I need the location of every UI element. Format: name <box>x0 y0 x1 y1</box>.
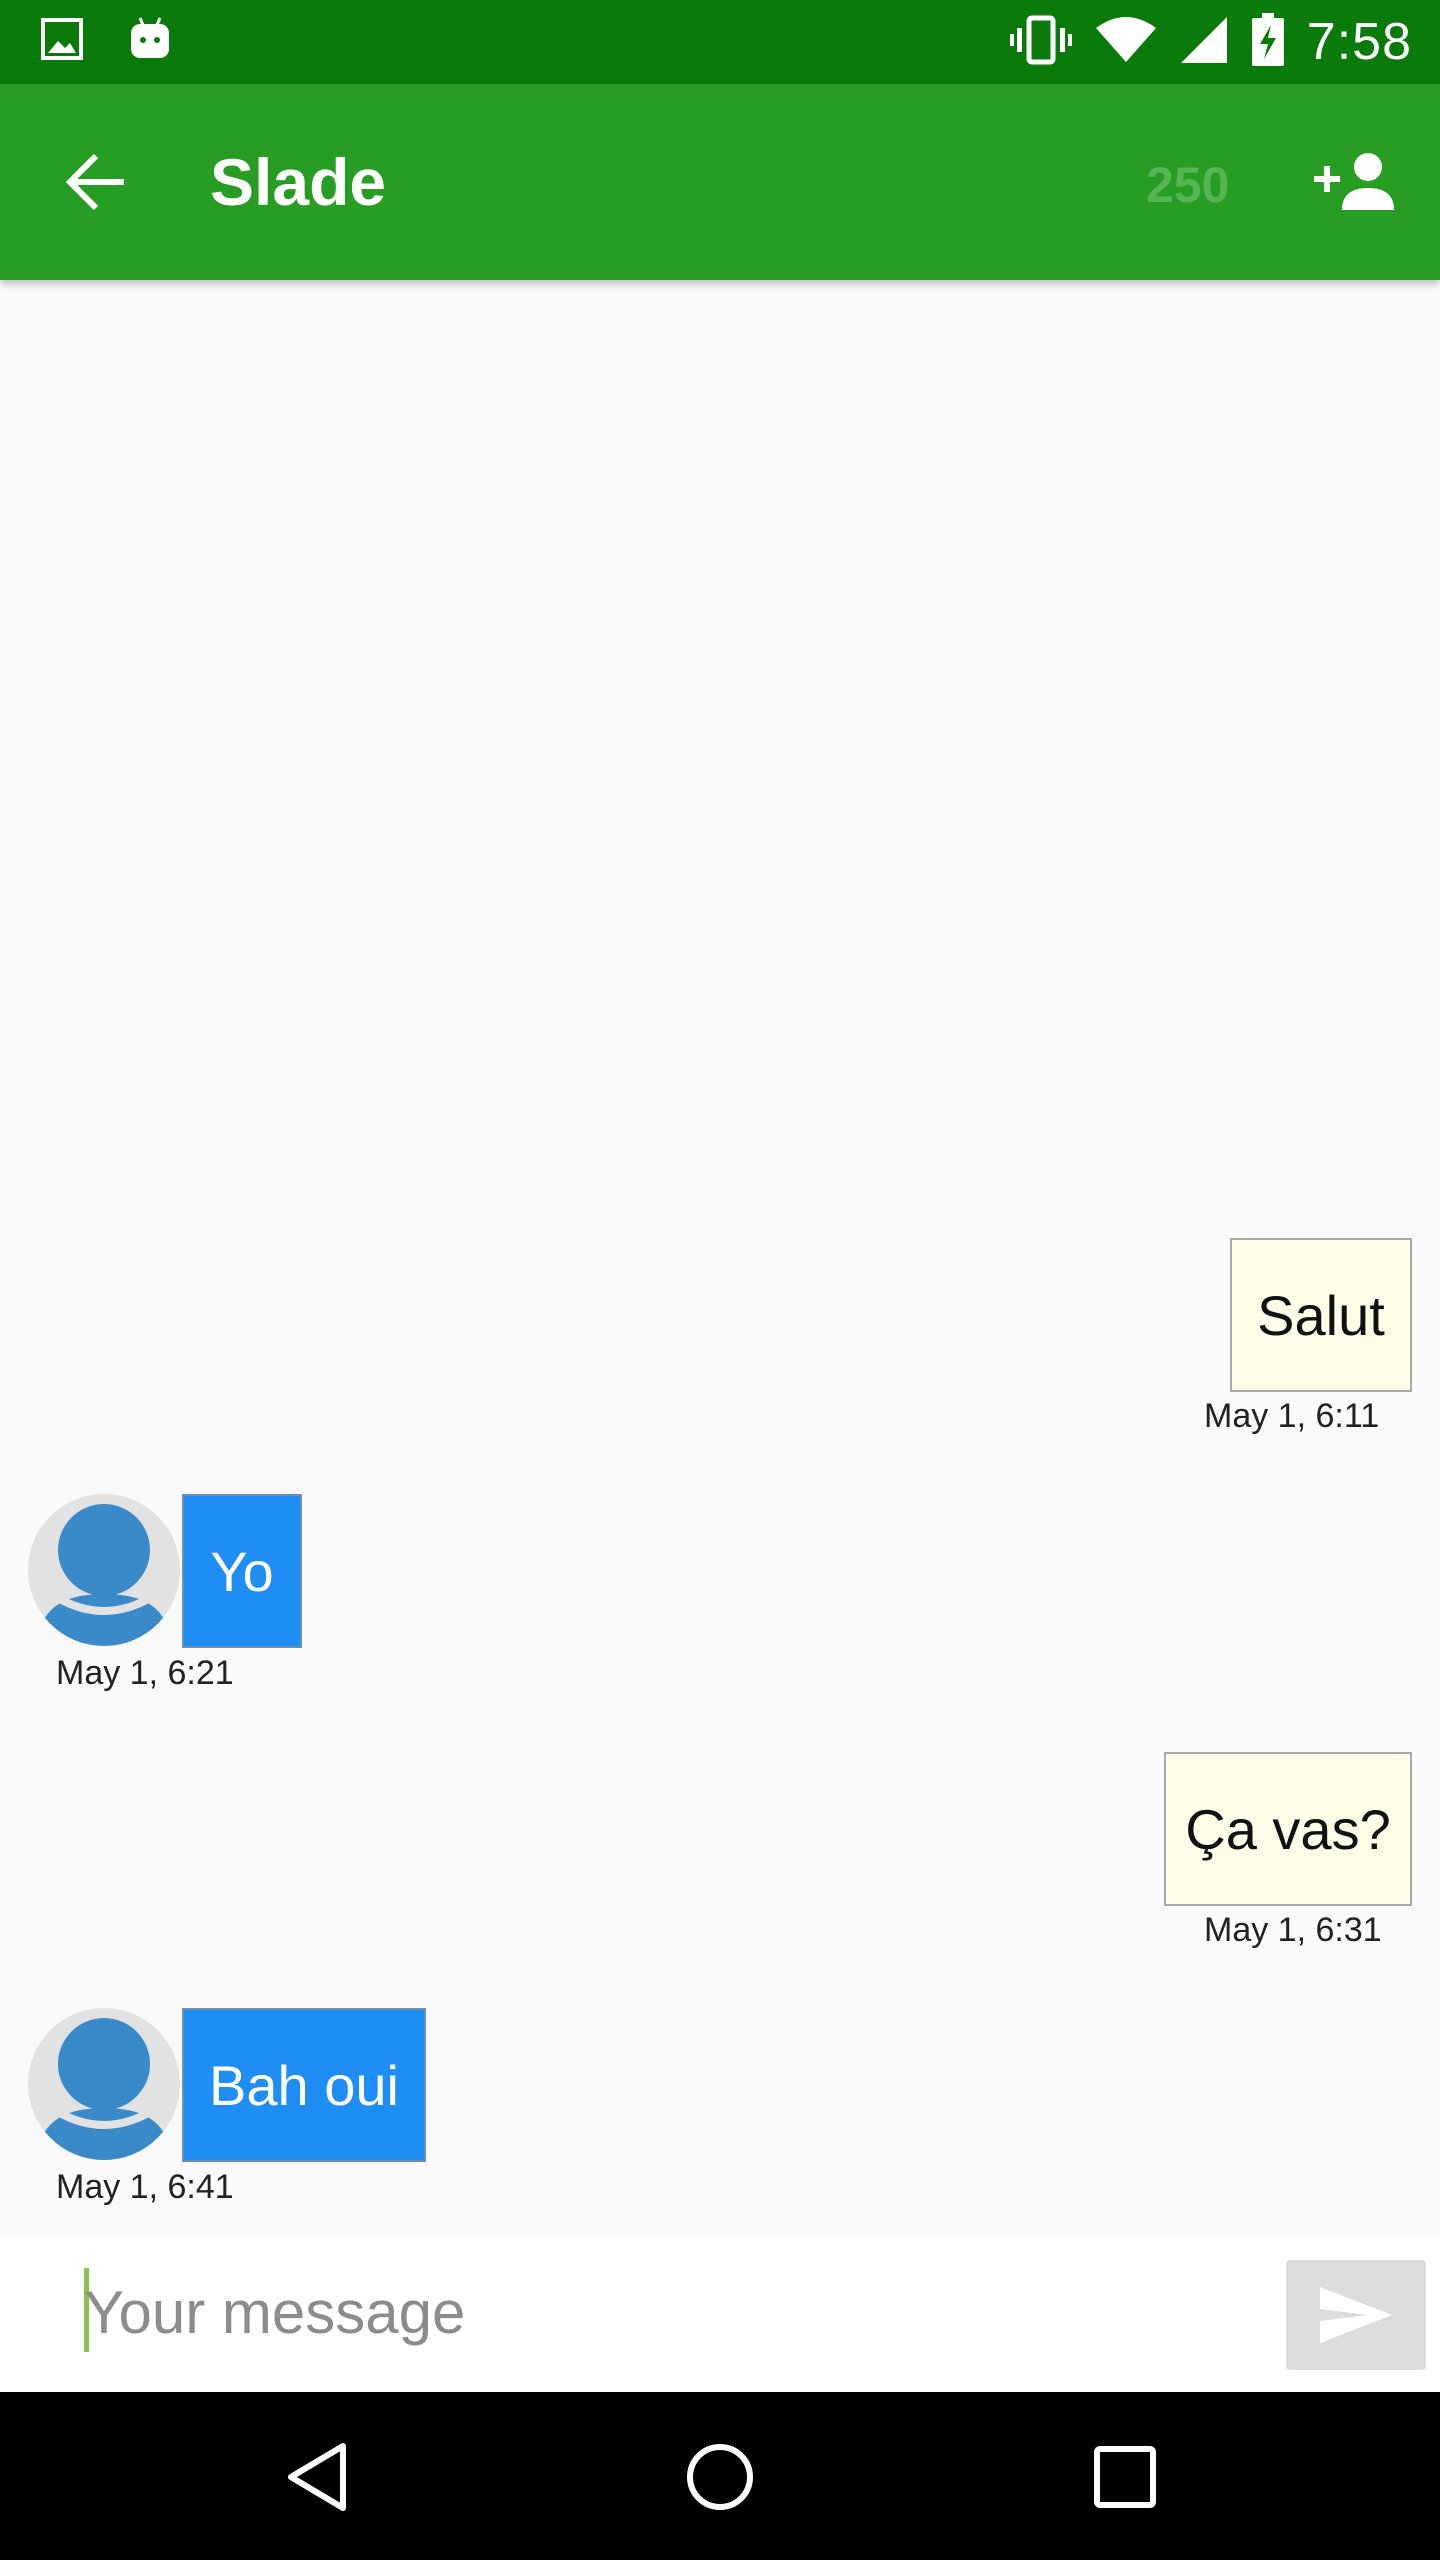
message-text: Salut <box>1257 1283 1385 1347</box>
navigation-bar <box>0 2392 1440 2560</box>
avatar[interactable] <box>28 1494 180 1646</box>
android-icon <box>128 16 172 67</box>
status-right-icons: 7:58 <box>1009 8 1412 76</box>
conversation-title: Slade <box>210 145 387 219</box>
send-icon <box>1320 2287 1392 2343</box>
person-add-icon <box>1314 153 1394 210</box>
app-bar: Slade 250 <box>0 84 1440 280</box>
message-input[interactable] <box>84 2264 1244 2360</box>
battery-charging-icon <box>1251 12 1285 72</box>
back-triangle-icon <box>288 2443 346 2511</box>
arrow-back-icon <box>65 153 124 211</box>
signal-icon <box>1179 15 1229 70</box>
recents-square-icon <box>1094 2446 1156 2508</box>
home-circle-icon <box>687 2444 753 2510</box>
status-bar: 7:58 <box>0 0 1440 84</box>
person-icon <box>38 2018 170 2160</box>
image-icon <box>40 17 84 66</box>
add-contact-button[interactable] <box>1308 142 1404 222</box>
nav-home-button[interactable] <box>675 2432 765 2522</box>
status-left-icons <box>40 16 172 67</box>
nav-back-button[interactable] <box>272 2432 362 2522</box>
message-timestamp: May 1, 6:31 <box>1204 1911 1382 1949</box>
incoming-message-bubble[interactable]: Bah oui <box>182 2008 426 2162</box>
message-text: Bah oui <box>209 2053 399 2117</box>
message-timestamp: May 1, 6:21 <box>56 1654 234 1692</box>
vibrate-icon <box>1009 14 1073 71</box>
person-icon <box>38 1504 170 1646</box>
message-text: Yo <box>210 1539 274 1603</box>
back-button[interactable] <box>56 142 136 222</box>
chat-screen: 7:58 Slade 250 Salut May 1, 6:11 Yo May … <box>0 0 1440 2560</box>
message-composer <box>0 2238 1440 2392</box>
character-counter: 250 <box>1146 157 1230 213</box>
message-timestamp: May 1, 6:11 <box>1204 1397 1380 1435</box>
status-time: 7:58 <box>1306 13 1412 71</box>
outgoing-message-bubble[interactable]: Ça vas? <box>1164 1752 1412 1906</box>
outgoing-message-bubble[interactable]: Salut <box>1230 1238 1412 1392</box>
message-text: Ça vas? <box>1185 1797 1391 1861</box>
incoming-message-bubble[interactable]: Yo <box>182 1494 302 1648</box>
wifi-icon <box>1095 16 1157 69</box>
nav-recents-button[interactable] <box>1080 2432 1170 2522</box>
message-timestamp: May 1, 6:41 <box>56 2168 234 2206</box>
send-button[interactable] <box>1286 2260 1426 2370</box>
avatar[interactable] <box>28 2008 180 2160</box>
